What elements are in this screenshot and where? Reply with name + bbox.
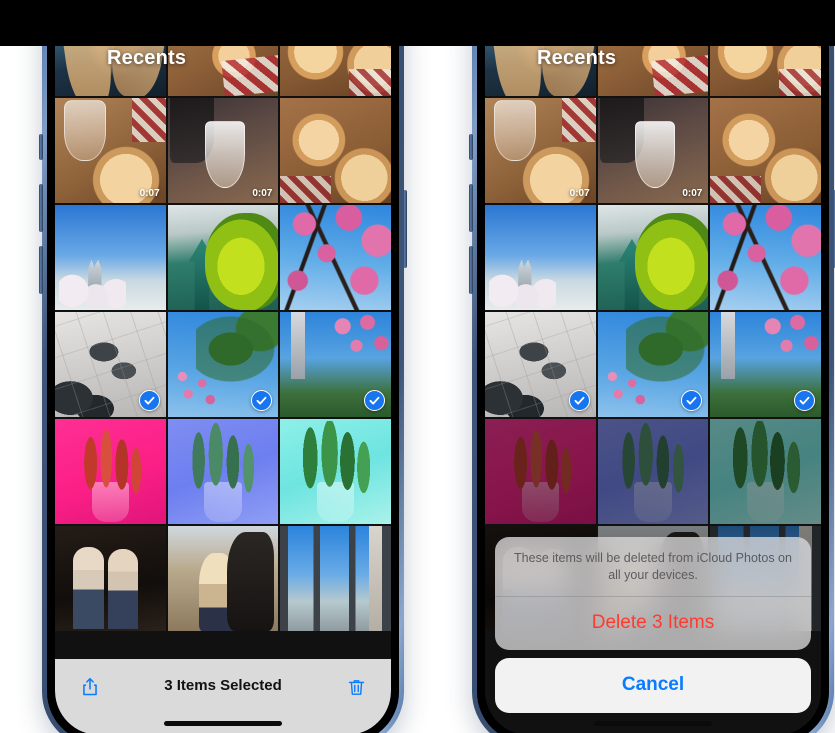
photo-cell[interactable] xyxy=(597,205,709,310)
photo-thumbnail xyxy=(167,526,279,631)
right-phone-screen: 0:070:07 Recents Cancel These items will… xyxy=(485,0,821,733)
photo-thumbnail xyxy=(710,419,821,524)
photo-cell[interactable] xyxy=(280,205,391,310)
photo-thumbnail xyxy=(280,98,391,203)
photo-cell[interactable] xyxy=(485,312,596,417)
video-duration-label: 0:07 xyxy=(682,188,703,199)
photo-thumbnail xyxy=(710,205,821,310)
photo-cell[interactable] xyxy=(710,98,821,203)
mute-switch[interactable] xyxy=(39,134,43,160)
photo-thumbnail xyxy=(55,419,166,524)
mute-switch[interactable] xyxy=(469,134,473,160)
photo-thumbnail xyxy=(485,205,596,310)
delete-items-button[interactable]: Delete 3 Items xyxy=(495,597,811,650)
right-phone-bezel: 0:070:07 Recents Cancel These items will… xyxy=(477,0,829,733)
action-sheet-panel: These items will be deleted from iCloud … xyxy=(495,537,811,650)
photo-cell[interactable] xyxy=(597,419,709,524)
photo-cell[interactable] xyxy=(280,312,391,417)
photo-thumbnail xyxy=(167,419,279,524)
video-duration-label: 0:07 xyxy=(139,188,160,199)
trash-icon[interactable] xyxy=(341,673,371,701)
photo-grid-left[interactable]: 0:07 0:07 xyxy=(55,0,391,733)
left-phone-bezel: 0:070:07 Recents Select 3 Items Selected xyxy=(47,0,399,733)
volume-down-button[interactable] xyxy=(469,246,473,294)
photo-cell[interactable] xyxy=(55,419,166,524)
selection-check-icon[interactable] xyxy=(793,390,815,411)
photo-thumbnail xyxy=(597,205,709,310)
volume-down-button[interactable] xyxy=(39,246,43,294)
photo-thumbnail xyxy=(167,205,279,310)
volume-up-button[interactable] xyxy=(469,184,473,232)
action-sheet-cancel-button[interactable]: Cancel xyxy=(495,658,811,713)
volume-up-button[interactable] xyxy=(39,184,43,232)
photo-cell[interactable] xyxy=(55,312,166,417)
photo-cell[interactable] xyxy=(167,419,279,524)
photo-cell[interactable] xyxy=(597,312,709,417)
photo-cell[interactable] xyxy=(485,419,596,524)
photo-cell[interactable] xyxy=(710,205,821,310)
delete-action-sheet: These items will be deleted from iCloud … xyxy=(485,537,821,733)
photo-thumbnail xyxy=(597,419,709,524)
left-phone-screen: 0:070:07 Recents Select 3 Items Selected xyxy=(55,0,391,733)
video-duration-label: 0:07 xyxy=(252,188,273,199)
left-phone-device: 0:070:07 Recents Select 3 Items Selected xyxy=(39,0,407,733)
photo-cell[interactable] xyxy=(710,312,821,417)
photo-cell[interactable] xyxy=(280,419,391,524)
photo-cell[interactable] xyxy=(167,205,279,310)
photo-thumbnail xyxy=(280,419,391,524)
photo-thumbnail xyxy=(485,419,596,524)
photo-thumbnail xyxy=(280,205,391,310)
photo-cell[interactable] xyxy=(55,205,166,310)
photo-cell[interactable]: 0:07 xyxy=(485,98,596,203)
photo-cell[interactable] xyxy=(485,205,596,310)
photo-cell[interactable] xyxy=(280,98,391,203)
share-icon[interactable] xyxy=(75,673,105,701)
action-sheet-message: These items will be deleted from iCloud … xyxy=(495,537,811,597)
photo-cell[interactable] xyxy=(280,526,391,631)
photo-cell[interactable] xyxy=(167,312,279,417)
photo-cell[interactable]: 0:07 xyxy=(55,98,166,203)
home-indicator-left[interactable] xyxy=(164,721,282,726)
screenshot-stage: 0:070:07 Recents Select 3 Items Selected xyxy=(0,0,835,733)
photo-cell[interactable] xyxy=(710,419,821,524)
photo-cell[interactable]: 0:07 xyxy=(597,98,709,203)
power-button[interactable] xyxy=(403,190,407,268)
top-letterbox-band xyxy=(0,0,835,46)
photo-thumbnail xyxy=(55,205,166,310)
video-duration-label: 0:07 xyxy=(569,188,590,199)
photo-thumbnail xyxy=(55,526,166,631)
selection-check-icon[interactable] xyxy=(568,390,590,411)
photo-cell[interactable] xyxy=(55,526,166,631)
photo-thumbnail xyxy=(280,526,391,631)
photo-cell[interactable] xyxy=(167,526,279,631)
selection-check-icon[interactable] xyxy=(363,390,385,411)
photo-thumbnail xyxy=(710,98,821,203)
right-phone-device: 0:070:07 Recents Cancel These items will… xyxy=(469,0,835,733)
home-indicator-right[interactable] xyxy=(594,721,712,726)
photo-cell[interactable]: 0:07 xyxy=(167,98,279,203)
selection-check-icon[interactable] xyxy=(138,390,160,411)
selection-count-label: 3 Items Selected xyxy=(164,677,282,694)
